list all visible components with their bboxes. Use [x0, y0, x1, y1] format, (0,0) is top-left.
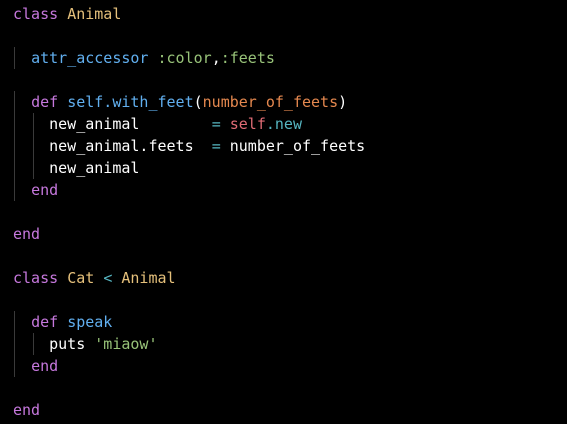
code-line[interactable]: class Cat < Animal — [0, 267, 567, 289]
code-token-kw: class — [13, 5, 59, 23]
code-token-kw: end — [31, 181, 59, 199]
indent-guide — [14, 179, 15, 201]
code-token-op: .new — [265, 115, 302, 133]
indent-guide — [14, 355, 15, 377]
indent-guide — [14, 47, 15, 69]
indent-guide — [33, 113, 34, 135]
code-line[interactable]: new_animal.feets = number_of_feets — [0, 135, 567, 157]
code-token-par: number_of_feets — [202, 93, 339, 111]
code-line[interactable]: end — [0, 399, 567, 421]
code-line[interactable]: def speak — [0, 311, 567, 333]
indent-guide — [14, 91, 15, 113]
code-token-txt: new_animal.feets — [49, 137, 212, 155]
indent-guide — [14, 157, 15, 179]
indent-guide — [33, 135, 34, 157]
indent-guide — [14, 311, 15, 333]
code-token-fn: self.with_feet — [67, 93, 194, 111]
code-line[interactable] — [0, 69, 567, 91]
indent-guide — [14, 135, 15, 157]
code-line[interactable]: end — [0, 223, 567, 245]
code-line[interactable] — [0, 377, 567, 399]
code-token-op: < — [103, 269, 113, 287]
code-token-txt: , — [211, 49, 221, 67]
indent-guide — [14, 113, 15, 135]
code-token-txt: ( — [193, 93, 203, 111]
code-line[interactable] — [0, 289, 567, 311]
code-editor[interactable]: class Animal attr_accessor :color,:feets… — [0, 0, 567, 424]
code-token-op: = — [211, 137, 221, 155]
code-token-str: 'miaow' — [94, 335, 158, 353]
code-token-fn: speak — [67, 313, 113, 331]
code-token-cls: Cat — [67, 269, 95, 287]
code-line[interactable]: end — [0, 355, 567, 377]
code-token-txt: number_of_feets — [220, 137, 366, 155]
code-token-kw: def — [31, 93, 59, 111]
code-token-sym: :color — [157, 49, 212, 67]
code-line[interactable]: def self.with_feet(number_of_feets) — [0, 91, 567, 113]
code-token-txt: puts — [49, 335, 95, 353]
code-token-kw: end — [13, 401, 41, 419]
code-token-cls: Animal — [121, 269, 176, 287]
code-line[interactable]: puts 'miaow' — [0, 333, 567, 355]
code-line[interactable] — [0, 201, 567, 223]
code-token-txt: new_animal — [49, 159, 140, 177]
code-token-op: = — [211, 115, 221, 133]
code-token-cls: Animal — [67, 5, 122, 23]
code-line[interactable]: class Animal — [0, 3, 567, 25]
code-token-txt: new_animal — [49, 115, 212, 133]
code-line[interactable] — [0, 25, 567, 47]
indent-guide — [33, 333, 34, 355]
code-token-txt: ) — [338, 93, 348, 111]
code-line[interactable]: end — [0, 179, 567, 201]
code-token-kw: end — [31, 357, 59, 375]
code-token-sym: :feets — [220, 49, 275, 67]
code-token-kw: def — [31, 313, 59, 331]
code-line[interactable]: attr_accessor :color,:feets — [0, 47, 567, 69]
code-token-self: self — [229, 115, 266, 133]
code-line[interactable]: new_animal = self.new — [0, 113, 567, 135]
indent-guide — [14, 333, 15, 355]
indent-guide — [33, 157, 34, 179]
code-token-kw: end — [13, 225, 41, 243]
code-line[interactable] — [0, 245, 567, 267]
code-token-fn: attr_accessor — [31, 49, 149, 67]
code-token-kw: class — [13, 269, 59, 287]
code-line[interactable]: new_animal — [0, 157, 567, 179]
